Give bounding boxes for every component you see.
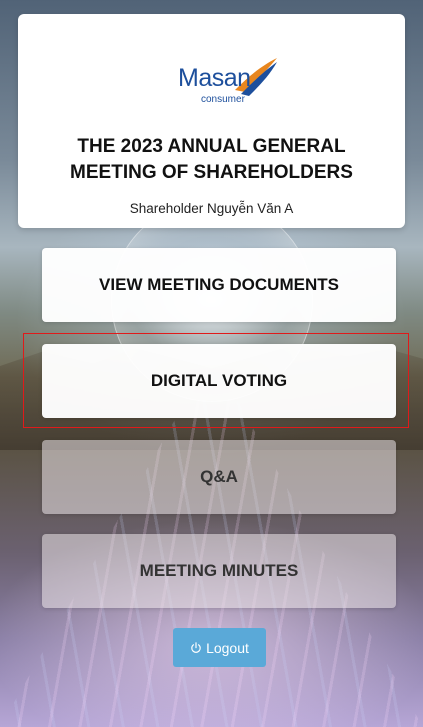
meeting-minutes-button[interactable]: MEETING MINUTES bbox=[42, 534, 396, 608]
qa-label: Q&A bbox=[200, 467, 238, 486]
header-card: Masan consumer THE 2023 ANNUAL GENERAL M… bbox=[18, 14, 405, 228]
qa-button[interactable]: Q&A bbox=[42, 440, 396, 514]
logout-label: Logout bbox=[206, 639, 249, 656]
meeting-title-line-2: MEETING OF SHAREHOLDERS bbox=[70, 162, 353, 183]
digital-voting-button[interactable]: DIGITAL VOTING bbox=[42, 344, 396, 418]
shareholder-name: Shareholder Nguyễn Văn A bbox=[129, 201, 294, 216]
power-icon bbox=[191, 641, 201, 653]
meeting-title: THE 2023 ANNUAL GENERAL MEETING OF SHARE… bbox=[18, 134, 405, 186]
logo-wordmark: Masan bbox=[178, 64, 251, 92]
logo-subtitle: consumer bbox=[201, 94, 245, 105]
view-meeting-documents-label: VIEW MEETING DOCUMENTS bbox=[99, 275, 339, 294]
logout-button[interactable]: Logout bbox=[173, 628, 266, 667]
view-meeting-documents-button[interactable]: VIEW MEETING DOCUMENTS bbox=[42, 248, 396, 322]
digital-voting-label: DIGITAL VOTING bbox=[150, 371, 288, 390]
masan-consumer-logo: Masan consumer bbox=[173, 56, 283, 116]
meeting-minutes-label: MEETING MINUTES bbox=[139, 561, 299, 580]
meeting-title-line-1: THE 2023 ANNUAL GENERAL bbox=[77, 136, 346, 157]
